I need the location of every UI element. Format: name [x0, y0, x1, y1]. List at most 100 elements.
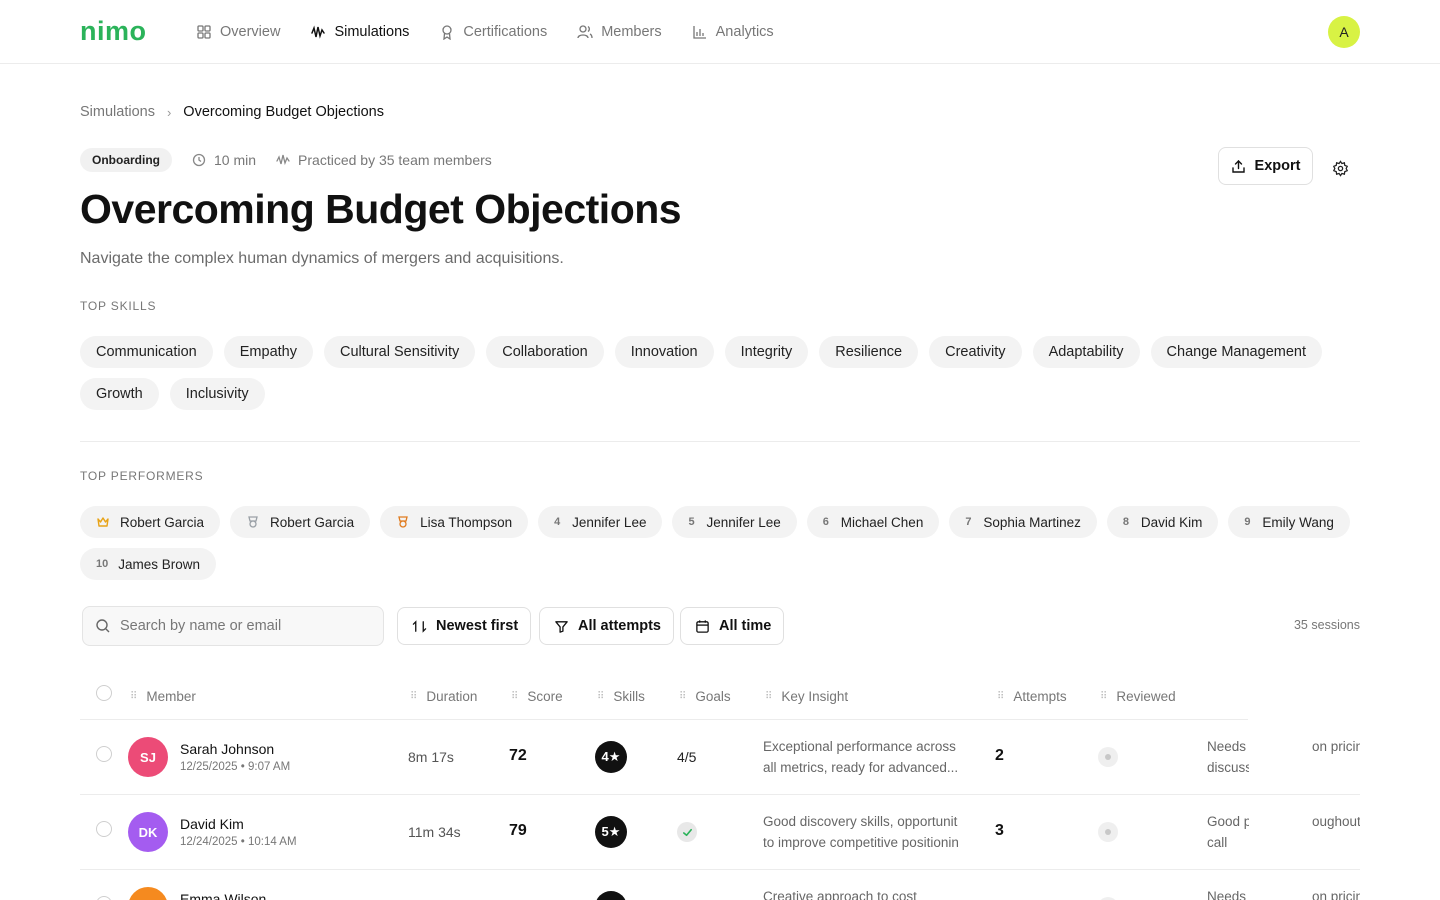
- performer-chip[interactable]: 9 Emily Wang: [1228, 506, 1350, 538]
- select-all-checkbox[interactable]: [96, 685, 112, 701]
- award-icon: [442, 24, 453, 40]
- waveform-icon: [311, 24, 326, 39]
- table-header: ⠿ Member ⠿ Duration ⠿ Score ⠿ Skills ⠿ Goals …: [80, 676, 1248, 720]
- section-divider: [80, 441, 1360, 442]
- drag-handle-icon[interactable]: ⠿: [597, 691, 604, 702]
- breadcrumb-current: Overcoming Budget Objections: [183, 104, 384, 120]
- filter-icon: [555, 620, 568, 633]
- overflow-line: Needs: [1207, 889, 1247, 900]
- column-member[interactable]: ⠿ Member: [130, 689, 196, 704]
- nav-label: Analytics: [715, 23, 774, 40]
- drag-handle-icon[interactable]: ⠿: [997, 691, 1004, 702]
- performer-name: Lisa Thompson: [420, 514, 513, 530]
- column-attempts[interactable]: ⠿ Attempts: [997, 689, 1067, 704]
- insight-line: Good discovery skills, opportunit: [763, 814, 958, 829]
- row-checkbox[interactable]: [96, 821, 112, 837]
- top-performers-list: Robert Garcia Robert Garcia Lisa Thompso…: [80, 506, 1370, 580]
- duration-value: 8m 17s: [408, 749, 454, 765]
- performer-name: Sophia Martinez: [983, 514, 1081, 530]
- performer-chip[interactable]: 8 David Kim: [1106, 506, 1219, 538]
- column-key-insight[interactable]: ⠿ Key Insight: [765, 689, 848, 704]
- overflow-line: oughout: [1312, 814, 1360, 829]
- skill-chip: Communication: [80, 336, 213, 368]
- skills-rating-badge: 4★: [595, 741, 627, 773]
- performer-chip[interactable]: Robert Garcia: [230, 506, 371, 538]
- category-badge: Onboarding: [80, 148, 172, 172]
- goals-complete-icon: [677, 822, 697, 842]
- column-skills[interactable]: ⠿ Skills: [597, 689, 645, 704]
- column-reviewed[interactable]: ⠿ Reviewed: [1100, 689, 1176, 704]
- table-row[interactable]: SJ Sarah Johnson 12/25/2025 • 9:07 AM 8m…: [80, 720, 1360, 795]
- drag-handle-icon[interactable]: ⠿: [679, 691, 686, 702]
- performer-chip[interactable]: Lisa Thompson: [380, 506, 529, 538]
- overflow-column: oughout: [1312, 811, 1360, 832]
- performer-chip[interactable]: 5 Jennifer Lee: [672, 506, 797, 538]
- skill-chip: Inclusivity: [169, 378, 265, 410]
- gear-icon: [1332, 159, 1348, 177]
- overflow-line: on pricin: [1312, 739, 1360, 754]
- column-label: Attempts: [1013, 689, 1067, 704]
- performer-name: David Kim: [1140, 514, 1203, 530]
- sessions-count: 35 sessions: [1293, 618, 1360, 632]
- table-row[interactable]: DK David Kim 12/24/2025 • 10:14 AM 11m 3…: [80, 795, 1360, 870]
- drag-handle-icon[interactable]: ⠿: [130, 691, 137, 702]
- performer-chip[interactable]: 10 James Brown: [80, 548, 217, 580]
- skill-chip: Change Management: [1150, 336, 1322, 368]
- session-date: 12/24/2025 • 10:14 AM: [180, 836, 297, 848]
- row-checkbox[interactable]: [96, 896, 112, 900]
- performer-chip[interactable]: 6 Michael Chen: [806, 506, 940, 538]
- search-input[interactable]: Search by name or email: [82, 606, 384, 646]
- upload-icon: [1231, 159, 1245, 173]
- performer-name: Robert Garcia: [120, 514, 205, 530]
- sort-button[interactable]: Newest first: [397, 607, 532, 645]
- performer-rank: 6: [822, 516, 829, 528]
- drag-handle-icon[interactable]: ⠿: [1100, 691, 1107, 702]
- reviewed-status[interactable]: [1098, 822, 1118, 842]
- column-duration[interactable]: ⠿ Duration: [410, 689, 477, 704]
- nav-item-members[interactable]: Members: [577, 23, 662, 40]
- performer-name: Robert Garcia: [270, 514, 355, 530]
- column-label: Reviewed: [1116, 689, 1176, 704]
- column-goals[interactable]: ⠿ Goals: [679, 689, 731, 704]
- drag-handle-icon[interactable]: ⠿: [410, 691, 417, 702]
- sort-label: Newest first: [436, 618, 519, 634]
- performer-chip[interactable]: Robert Garcia: [80, 506, 221, 538]
- table-row[interactable]: EW Emma Wilson Creative approach to cost…: [80, 870, 1360, 900]
- time-filter-button[interactable]: All time: [680, 607, 785, 645]
- time-filter-label: All time: [719, 618, 772, 634]
- drag-handle-icon[interactable]: ⠿: [765, 691, 772, 702]
- export-button[interactable]: Export: [1218, 147, 1313, 185]
- overflow-column: Good p call: [1207, 811, 1249, 853]
- performer-name: James Brown: [118, 556, 201, 572]
- breadcrumb-simulations-link[interactable]: Simulations: [80, 104, 155, 120]
- nav-label: Certifications: [463, 23, 548, 40]
- overflow-line: Needs: [1207, 739, 1247, 754]
- performer-chip[interactable]: 4 Jennifer Lee: [538, 506, 663, 538]
- avatar: SJ: [128, 737, 168, 777]
- skill-chip: Adaptability: [1032, 336, 1140, 368]
- gold-crown-icon: [97, 517, 109, 527]
- reviewed-status[interactable]: [1098, 747, 1118, 767]
- performer-rank: 7: [965, 516, 972, 528]
- nimo-logo[interactable]: nimo: [80, 16, 196, 47]
- nav-item-certifications[interactable]: Certifications: [439, 24, 547, 40]
- column-score[interactable]: ⠿ Score: [511, 689, 563, 704]
- avatar: DK: [128, 812, 168, 852]
- overflow-line: Good p: [1207, 814, 1249, 829]
- attempts-filter-button[interactable]: All attempts: [539, 607, 674, 645]
- performer-rank: 9: [1244, 516, 1251, 528]
- nav-label: Members: [601, 23, 662, 40]
- performer-chip[interactable]: 7 Sophia Martinez: [949, 506, 1097, 538]
- column-label: Duration: [426, 689, 478, 704]
- nav-item-analytics[interactable]: Analytics: [692, 24, 774, 40]
- column-label: Score: [527, 689, 563, 704]
- practiced-meta: Practiced by 35 team members: [276, 152, 492, 168]
- settings-button[interactable]: [1329, 157, 1351, 179]
- row-checkbox[interactable]: [96, 746, 112, 762]
- nav-item-overview[interactable]: Overview: [196, 24, 280, 40]
- skill-chip: Cultural Sensitivity: [323, 336, 476, 368]
- member-info: Emma Wilson: [180, 891, 266, 900]
- user-avatar[interactable]: A: [1328, 16, 1360, 48]
- drag-handle-icon[interactable]: ⠿: [511, 691, 518, 702]
- nav-item-simulations[interactable]: Simulations: [310, 24, 409, 40]
